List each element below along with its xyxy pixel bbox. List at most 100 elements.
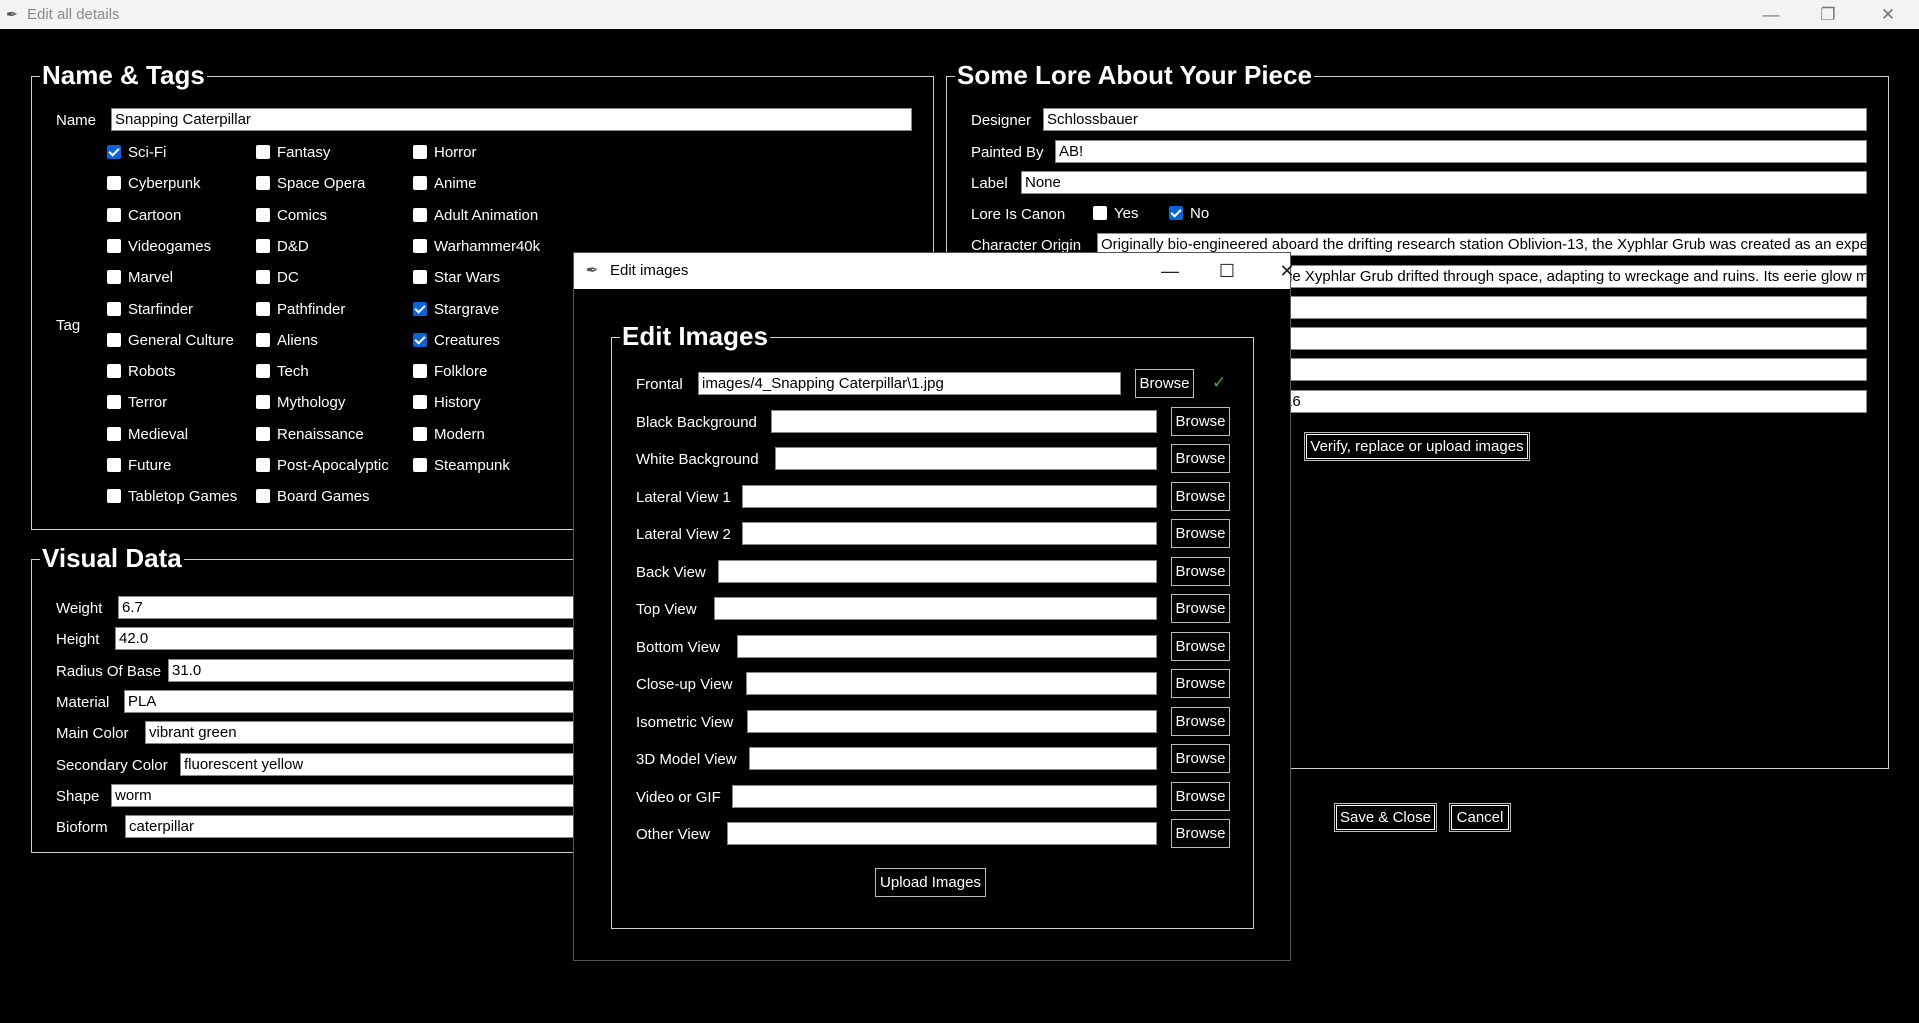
- browse-button[interactable]: Browse: [1171, 744, 1230, 773]
- visual-field-input[interactable]: 6.7: [118, 596, 600, 619]
- minimize-icon[interactable]: —: [1743, 0, 1799, 29]
- checkbox-box[interactable]: [107, 489, 121, 504]
- tag-checkbox[interactable]: Future: [107, 457, 171, 477]
- tag-checkbox[interactable]: Cartoon: [107, 207, 181, 227]
- checkbox-box[interactable]: [256, 489, 270, 504]
- cancel-button[interactable]: Cancel: [1449, 803, 1511, 832]
- visual-field-input[interactable]: vibrant green: [145, 721, 600, 745]
- checkbox-box[interactable]: [413, 145, 427, 159]
- tag-checkbox[interactable]: D&D: [256, 238, 309, 258]
- checkbox-box[interactable]: [107, 145, 121, 159]
- tag-checkbox[interactable]: Sci-Fi: [107, 144, 166, 164]
- checkbox-box[interactable]: [413, 238, 427, 253]
- checkbox-box[interactable]: [256, 176, 270, 191]
- checkbox-box[interactable]: [256, 145, 270, 159]
- browse-button[interactable]: Browse: [1171, 781, 1230, 811]
- tag-checkbox[interactable]: Fantasy: [256, 144, 330, 164]
- tag-checkbox[interactable]: Post-Apocalyptic: [256, 457, 389, 477]
- checkbox-box[interactable]: [107, 426, 121, 441]
- restore-icon[interactable]: ❐: [1800, 0, 1856, 29]
- image-path-input[interactable]: [742, 484, 1157, 508]
- tag-checkbox[interactable]: Horror: [413, 144, 477, 164]
- checkbox-box[interactable]: [256, 207, 270, 222]
- browse-button[interactable]: Browse: [1171, 444, 1230, 473]
- tag-checkbox[interactable]: Folklore: [413, 363, 487, 383]
- checkbox-box[interactable]: [413, 270, 427, 285]
- lore-line-5-input[interactable]: [1280, 358, 1867, 381]
- checkbox-box[interactable]: [256, 238, 270, 253]
- label-input[interactable]: None: [1021, 171, 1867, 194]
- image-path-input[interactable]: [727, 822, 1157, 845]
- canon-yes-checkbox[interactable]: Yes: [1093, 205, 1138, 225]
- image-path-input[interactable]: [771, 409, 1157, 433]
- checkbox-box[interactable]: [256, 270, 270, 285]
- browse-button[interactable]: Browse: [1171, 519, 1230, 548]
- tag-checkbox[interactable]: DC: [256, 269, 299, 289]
- tag-checkbox[interactable]: Robots: [107, 363, 176, 383]
- tag-checkbox[interactable]: Star Wars: [413, 269, 500, 289]
- tag-checkbox[interactable]: Tabletop Games: [107, 488, 237, 508]
- browse-button[interactable]: Browse: [1171, 631, 1230, 661]
- tag-checkbox[interactable]: Stargrave: [413, 301, 499, 321]
- visual-field-input[interactable]: 31.0: [168, 658, 600, 682]
- lore-line-3-input[interactable]: [1280, 296, 1867, 319]
- tag-checkbox[interactable]: Videogames: [107, 238, 211, 258]
- checkbox-box[interactable]: [413, 332, 427, 347]
- tag-checkbox[interactable]: Anime: [413, 175, 477, 195]
- visual-field-input[interactable]: worm: [111, 783, 600, 807]
- lore-line-2-input[interactable]: he Xyphlar Grub drifted through space, a…: [1280, 265, 1867, 288]
- checkbox-box[interactable]: [413, 301, 427, 316]
- tag-checkbox[interactable]: General Culture: [107, 332, 234, 352]
- image-path-input[interactable]: [747, 709, 1157, 733]
- checkbox-box[interactable]: [256, 426, 270, 441]
- checkbox-box[interactable]: [1169, 206, 1183, 220]
- tag-checkbox[interactable]: Renaissance: [256, 426, 364, 446]
- browse-button[interactable]: Browse: [1171, 706, 1230, 736]
- image-path-input[interactable]: [749, 747, 1157, 770]
- checkbox-box[interactable]: [256, 458, 270, 472]
- tag-checkbox[interactable]: Medieval: [107, 426, 188, 446]
- checkbox-box[interactable]: [107, 395, 121, 410]
- tag-checkbox[interactable]: Aliens: [256, 332, 318, 352]
- checkbox-box[interactable]: [256, 332, 270, 347]
- tag-checkbox[interactable]: Cyberpunk: [107, 175, 201, 195]
- checkbox-box[interactable]: [107, 176, 121, 191]
- tag-checkbox[interactable]: Terror: [107, 394, 167, 414]
- tag-checkbox[interactable]: Creatures: [413, 332, 500, 352]
- checkbox-box[interactable]: [1093, 206, 1107, 220]
- name-input[interactable]: Snapping Caterpillar: [111, 108, 912, 131]
- checkbox-box[interactable]: [413, 364, 427, 379]
- browse-button[interactable]: Browse: [1135, 369, 1194, 398]
- verify-images-button[interactable]: Verify, replace or upload images: [1304, 432, 1530, 461]
- browse-button[interactable]: Browse: [1171, 556, 1230, 586]
- checkbox-box[interactable]: [256, 364, 270, 379]
- image-path-input[interactable]: [718, 559, 1157, 583]
- checkbox-box[interactable]: [413, 426, 427, 441]
- image-path-input[interactable]: [746, 672, 1157, 695]
- lore-line-4-input[interactable]: [1280, 327, 1867, 350]
- image-path-input[interactable]: [732, 784, 1157, 808]
- dialog-maximize-icon[interactable]: ☐: [1199, 253, 1255, 289]
- image-path-input[interactable]: images/4_Snapping Caterpillar\1.jpg: [698, 372, 1121, 395]
- checkbox-box[interactable]: [107, 207, 121, 222]
- browse-button[interactable]: Browse: [1171, 594, 1230, 623]
- checkbox-box[interactable]: [107, 332, 121, 347]
- canon-no-checkbox[interactable]: No: [1169, 205, 1209, 225]
- visual-field-input[interactable]: 42.0: [115, 627, 600, 651]
- close-icon[interactable]: ✕: [1860, 0, 1916, 29]
- checkbox-box[interactable]: [413, 395, 427, 410]
- checkbox-box[interactable]: [107, 458, 121, 472]
- tag-checkbox[interactable]: Steampunk: [413, 457, 510, 477]
- visual-field-input[interactable]: caterpillar: [125, 815, 600, 839]
- dialog-minimize-icon[interactable]: —: [1142, 253, 1198, 289]
- browse-button[interactable]: Browse: [1171, 406, 1230, 436]
- checkbox-box[interactable]: [413, 207, 427, 222]
- browse-button[interactable]: Browse: [1171, 481, 1230, 511]
- tag-checkbox[interactable]: Mythology: [256, 394, 345, 414]
- painted-by-input[interactable]: AB!: [1055, 140, 1867, 163]
- tag-checkbox[interactable]: Tech: [256, 363, 309, 383]
- tag-checkbox[interactable]: Marvel: [107, 269, 173, 289]
- checkbox-box[interactable]: [107, 364, 121, 379]
- upload-images-button[interactable]: Upload Images: [875, 868, 986, 897]
- browse-button[interactable]: Browse: [1171, 669, 1230, 698]
